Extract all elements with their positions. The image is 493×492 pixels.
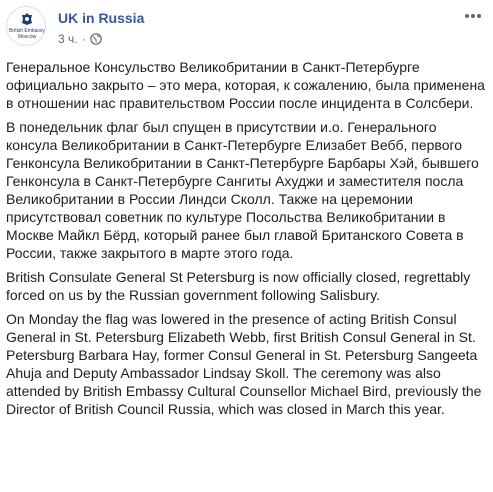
- royal-crest-icon: [22, 13, 32, 25]
- post-paragraph-ru-1: Генеральное Консульство Великобритании в…: [6, 59, 485, 111]
- page-avatar[interactable]: British Embassy Moscow: [6, 6, 46, 46]
- globe-icon[interactable]: [89, 33, 102, 45]
- meta-separator: ·: [81, 32, 86, 46]
- post-paragraph-en-2: On Monday the flag was lowered in the pr…: [6, 311, 482, 417]
- post-paragraph-ru-2: В понедельник флаг был спущен в присутст…: [6, 119, 479, 261]
- post-meta: 3 ч. ·: [58, 31, 102, 47]
- post-paragraph-en-1: British Consulate General St Petersburg …: [6, 269, 471, 303]
- facebook-post: British Embassy Moscow UK in Russia 3 ч.…: [0, 0, 493, 492]
- page-name-link[interactable]: UK in Russia: [58, 9, 144, 27]
- post-timestamp[interactable]: 3 ч.: [58, 31, 78, 47]
- post-body: Генеральное Консульство Великобритании в…: [6, 58, 488, 424]
- post-header: British Embassy Moscow UK in Russia 3 ч.…: [6, 6, 487, 50]
- avatar-logo-text: British Embassy Moscow: [9, 28, 45, 40]
- more-horizontal-icon[interactable]: [463, 10, 483, 22]
